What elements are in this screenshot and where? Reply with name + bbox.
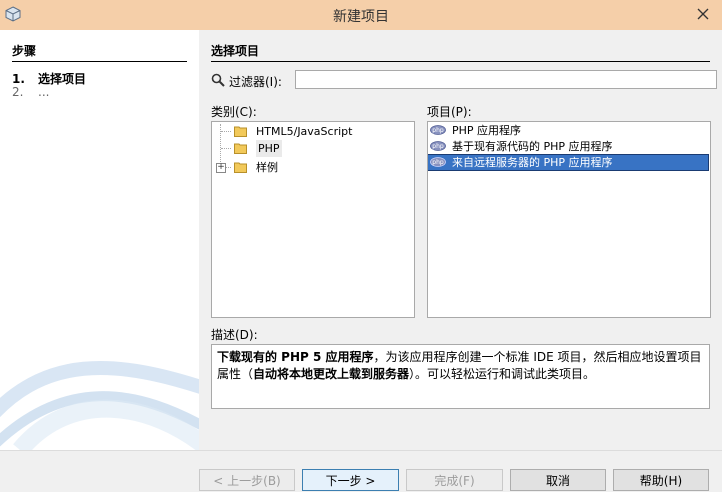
tree-item-label: HTML5/JavaScript (256, 125, 353, 138)
cancel-button[interactable]: 取消 (510, 469, 606, 491)
help-button[interactable]: 帮助(H) (613, 469, 709, 491)
filter-input[interactable] (295, 70, 717, 89)
tree-item-label: 样例 (256, 161, 278, 174)
svg-text:php: php (432, 143, 444, 150)
tree-connector (221, 148, 231, 149)
tree-connector (226, 167, 231, 168)
project-item-existing-source[interactable]: php 基于现有源代码的 PHP 应用程序 (428, 139, 708, 154)
project-item-label: 来自远程服务器的 PHP 应用程序 (452, 156, 613, 169)
folder-icon (234, 162, 247, 173)
steps-heading: 步骤 (12, 42, 187, 62)
finish-button[interactable]: 完成(F) (406, 469, 503, 491)
project-item-remote-server[interactable]: php 来自远程服务器的 PHP 应用程序 (428, 154, 709, 171)
categories-label: 类别(C): (211, 105, 257, 119)
step-item-2: 2.... (12, 85, 50, 99)
description-text: 下载现有的 PHP 5 应用程序，为该应用程序创建一个标准 IDE 项目，然后相… (211, 344, 710, 409)
description-bold-2: 自动将本地更改上载到服务器 (253, 367, 410, 381)
filter-label: 过滤器(I): (229, 75, 282, 89)
php-icon: php (430, 157, 446, 167)
description-label: 描述(D): (211, 328, 258, 342)
folder-icon (234, 126, 247, 137)
project-item-label: 基于现有源代码的 PHP 应用程序 (452, 140, 613, 153)
description-bold-1: 下载现有的 PHP 5 应用程序 (217, 350, 374, 364)
project-item-label: PHP 应用程序 (452, 124, 522, 137)
tree-item-php[interactable]: PHP (212, 140, 412, 157)
php-icon: php (430, 125, 446, 135)
next-button[interactable]: 下一步 > (302, 469, 399, 491)
svg-text:php: php (432, 159, 444, 166)
categories-tree[interactable]: HTML5/JavaScript PHP + 样例 (211, 121, 415, 318)
tree-connector (221, 131, 231, 132)
back-button[interactable]: < 上一步(B) (199, 469, 295, 491)
projects-label: 项目(P): (427, 105, 472, 119)
window-title: 新建项目 (333, 9, 389, 25)
close-icon[interactable] (690, 4, 716, 24)
svg-text:php: php (432, 127, 444, 134)
title-bar: 新建项目 (0, 0, 722, 30)
php-icon: php (430, 141, 446, 151)
folder-icon (234, 143, 247, 154)
tree-item-label: PHP (256, 140, 282, 157)
main-content: 选择项目 过滤器(I): 类别(C): 项目(P): HTML5/JavaScr… (199, 30, 722, 450)
project-item-php-app[interactable]: php PHP 应用程序 (428, 123, 708, 138)
projects-list[interactable]: php PHP 应用程序 php 基于现有源代码的 PHP 应用程序 php 来… (427, 121, 711, 318)
search-icon (211, 73, 225, 87)
description-text-2: ）。可以轻松运行和调试此类项目。 (409, 367, 596, 381)
tree-item-html5[interactable]: HTML5/JavaScript (212, 123, 412, 140)
tree-item-samples[interactable]: + 样例 (212, 159, 412, 176)
section-title: 选择项目 (211, 42, 710, 62)
button-bar: < 上一步(B) 下一步 > 完成(F) 取消 帮助(H) (0, 450, 722, 491)
expand-plus-icon[interactable]: + (216, 163, 226, 173)
steps-panel: 步骤 1. 选择项目 2.... (0, 30, 199, 450)
